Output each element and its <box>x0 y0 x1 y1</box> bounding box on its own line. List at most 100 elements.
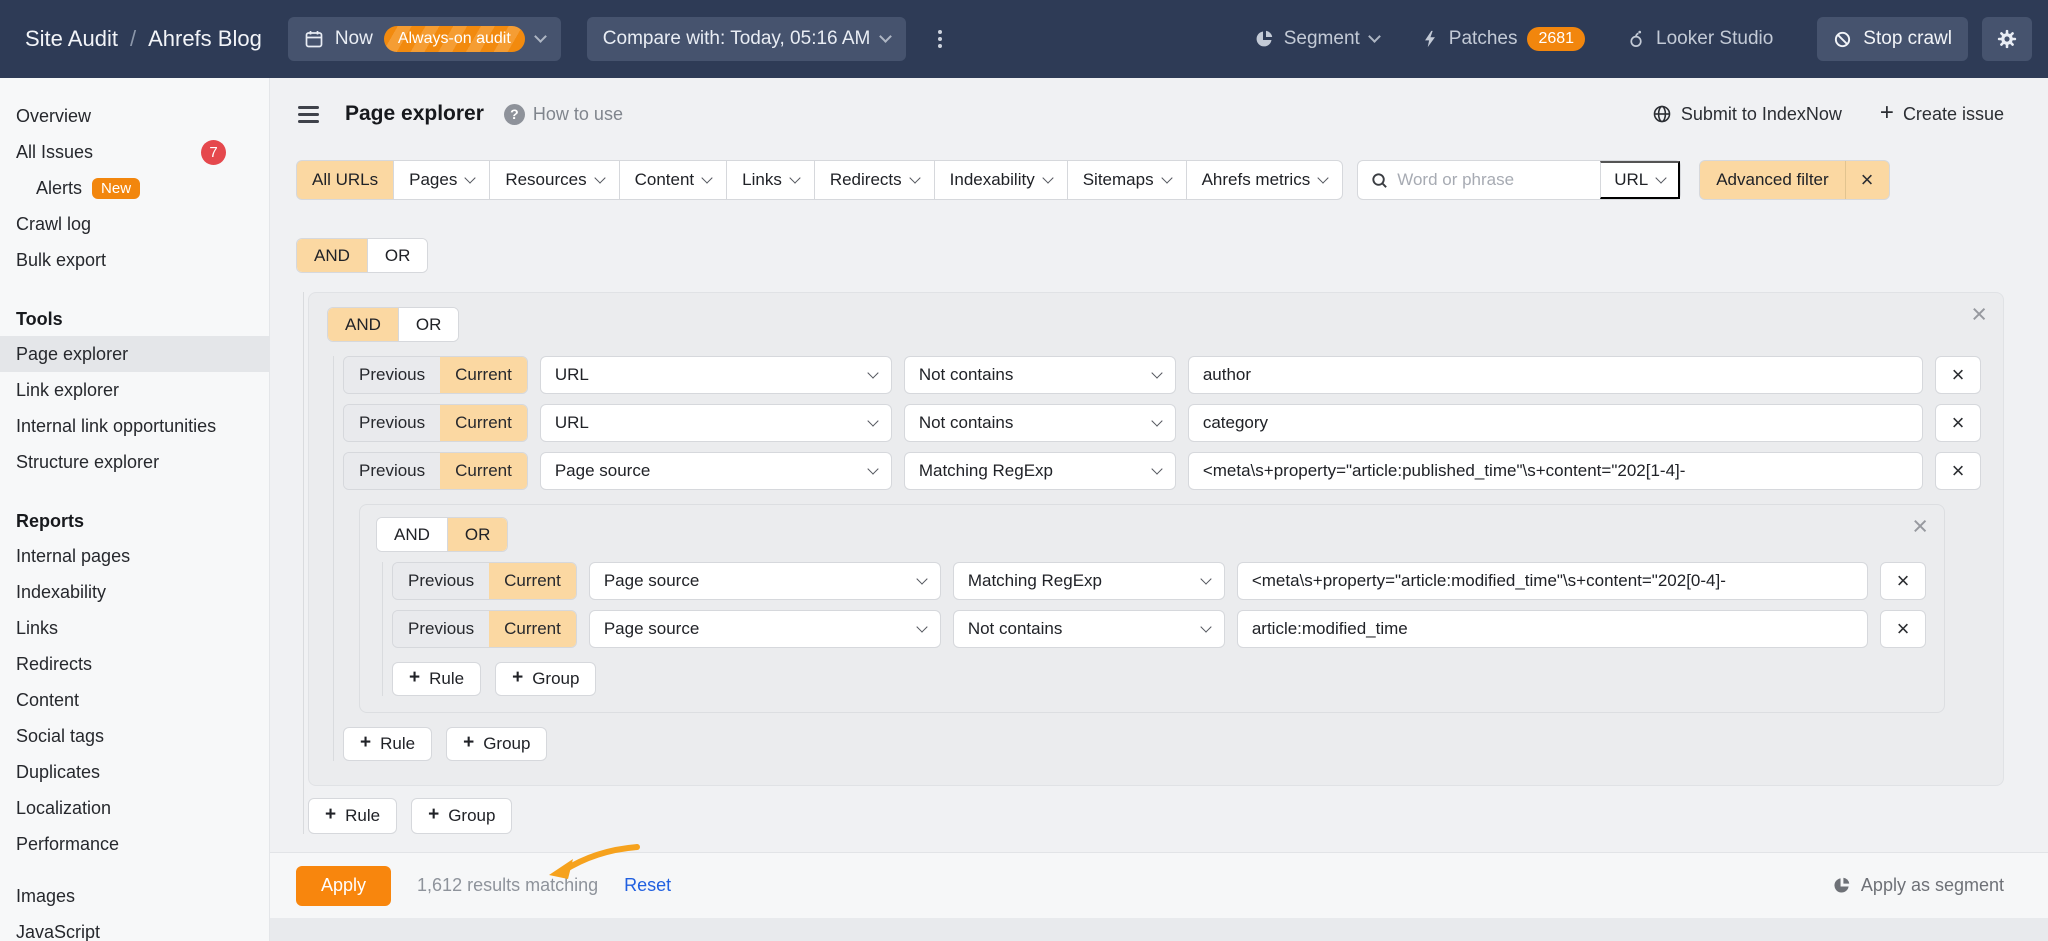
value-input[interactable] <box>1237 562 1868 600</box>
group-close-icon[interactable]: × <box>1971 301 1987 328</box>
and-toggle[interactable]: AND <box>377 518 447 551</box>
value-input[interactable] <box>1237 610 1868 648</box>
date-picker-button[interactable]: Now Always-on audit <box>288 17 561 61</box>
tab-indexability[interactable]: Indexability <box>934 160 1068 200</box>
tab-pages[interactable]: Pages <box>393 160 490 200</box>
field-select[interactable]: Page source <box>589 562 941 600</box>
current-toggle[interactable]: Current <box>440 453 527 489</box>
sidebar-item-duplicates[interactable]: Duplicates <box>0 754 269 790</box>
more-options-kebab[interactable] <box>932 24 948 54</box>
current-toggle[interactable]: Current <box>489 563 576 599</box>
add-group-button[interactable]: +Group <box>411 798 512 834</box>
project-name[interactable]: Ahrefs Blog <box>148 26 262 52</box>
operator-select[interactable]: Not contains <box>904 356 1176 394</box>
remove-rule-button[interactable]: × <box>1880 562 1926 600</box>
add-rule-button[interactable]: +Rule <box>308 798 397 834</box>
or-toggle[interactable]: OR <box>367 239 428 272</box>
previous-toggle[interactable]: Previous <box>344 453 440 489</box>
current-toggle[interactable]: Current <box>440 405 527 441</box>
tab-all-urls[interactable]: All URLs <box>296 160 394 200</box>
search-scope-select[interactable]: URL <box>1600 161 1680 199</box>
tab-content[interactable]: Content <box>619 160 728 200</box>
remove-rule-button[interactable]: × <box>1880 610 1926 648</box>
hamburger-menu-icon[interactable] <box>296 102 321 127</box>
looker-studio-icon <box>1627 29 1646 49</box>
advanced-filter-button[interactable]: Advanced filter <box>1700 161 1844 199</box>
stop-crawl-button[interactable]: Stop crawl <box>1817 17 1968 61</box>
sidebar-item-all-issues[interactable]: All Issues 7 <box>0 134 269 170</box>
field-select[interactable]: Page source <box>589 610 941 648</box>
operator-select[interactable]: Not contains <box>953 610 1225 648</box>
add-group-button[interactable]: +Group <box>495 662 596 696</box>
field-select[interactable]: URL <box>540 356 892 394</box>
value-input[interactable] <box>1188 356 1923 394</box>
and-toggle[interactable]: AND <box>328 308 398 341</box>
sidebar-item-javascript[interactable]: JavaScript <box>0 914 269 941</box>
remove-rule-button[interactable]: × <box>1935 404 1981 442</box>
submit-to-indexnow-button[interactable]: Submit to IndexNow <box>1652 103 1842 125</box>
sidebar-item-images[interactable]: Images <box>0 878 269 914</box>
field-select[interactable]: URL <box>540 404 892 442</box>
or-toggle[interactable]: OR <box>398 308 459 341</box>
value-input[interactable] <box>1188 452 1923 490</box>
value-input[interactable] <box>1188 404 1923 442</box>
tab-redirects[interactable]: Redirects <box>814 160 935 200</box>
sidebar-item-social-tags[interactable]: Social tags <box>0 718 269 754</box>
filter-group: × AND OR Previous Current URL <box>308 292 2004 786</box>
tab-links[interactable]: Links <box>726 160 815 200</box>
sidebar-item-link-explorer[interactable]: Link explorer <box>0 372 269 408</box>
add-rule-button[interactable]: +Rule <box>343 727 432 761</box>
or-toggle[interactable]: OR <box>447 518 508 551</box>
tab-sitemaps[interactable]: Sitemaps <box>1067 160 1187 200</box>
sidebar-item-indexability[interactable]: Indexability <box>0 574 269 610</box>
add-rule-button[interactable]: +Rule <box>392 662 481 696</box>
field-select[interactable]: Page source <box>540 452 892 490</box>
create-issue-button[interactable]: + Create issue <box>1880 103 2004 125</box>
sidebar-item-page-explorer[interactable]: Page explorer <box>0 336 269 372</box>
remove-rule-button[interactable]: × <box>1935 356 1981 394</box>
settings-button[interactable] <box>1982 17 2032 61</box>
root-operator-toggle: AND OR <box>296 238 428 273</box>
sidebar-item-internal-pages[interactable]: Internal pages <box>0 538 269 574</box>
operator-select[interactable]: Not contains <box>904 404 1176 442</box>
search-input[interactable] <box>1397 170 1600 190</box>
sidebar-item-alerts[interactable]: Alerts New <box>0 170 269 206</box>
sidebar-item-localization[interactable]: Localization <box>0 790 269 826</box>
sidebar-item-bulk-export[interactable]: Bulk export <box>0 242 269 278</box>
patches-menu[interactable]: Patches 2681 <box>1421 27 1585 51</box>
sidebar-item-redirects[interactable]: Redirects <box>0 646 269 682</box>
reset-link[interactable]: Reset <box>624 875 671 896</box>
add-group-button[interactable]: +Group <box>446 727 547 761</box>
previous-toggle[interactable]: Previous <box>344 405 440 441</box>
previous-toggle[interactable]: Previous <box>393 611 489 647</box>
previous-toggle[interactable]: Previous <box>393 563 489 599</box>
sidebar-item-content[interactable]: Content <box>0 682 269 718</box>
operator-select[interactable]: Matching RegExp <box>953 562 1225 600</box>
sidebar-item-crawl-log[interactable]: Crawl log <box>0 206 269 242</box>
group-close-icon[interactable]: × <box>1912 513 1928 540</box>
sidebar-item-structure-explorer[interactable]: Structure explorer <box>0 444 269 480</box>
current-toggle[interactable]: Current <box>440 357 527 393</box>
how-to-use-link[interactable]: ? How to use <box>504 104 623 125</box>
sidebar-item-internal-link-opportunities[interactable]: Internal link opportunities <box>0 408 269 444</box>
compare-with-button[interactable]: Compare with: Today, 05:16 AM <box>587 17 907 61</box>
advanced-filter-close-button[interactable]: × <box>1845 161 1889 199</box>
remove-rule-button[interactable]: × <box>1935 452 1981 490</box>
previous-toggle[interactable]: Previous <box>344 357 440 393</box>
sidebar-item-label: Redirects <box>16 654 92 675</box>
tab-ahrefs-metrics[interactable]: Ahrefs metrics <box>1186 160 1344 200</box>
product-name[interactable]: Site Audit <box>25 26 118 52</box>
segment-menu[interactable]: Segment <box>1254 28 1379 50</box>
looker-studio-link[interactable]: Looker Studio <box>1627 28 1773 50</box>
sidebar-item-performance[interactable]: Performance <box>0 826 269 862</box>
apply-button[interactable]: Apply <box>296 866 391 906</box>
search-icon <box>1358 171 1397 190</box>
sidebar-item-links[interactable]: Links <box>0 610 269 646</box>
operator-select[interactable]: Matching RegExp <box>904 452 1176 490</box>
apply-as-segment-button[interactable]: Apply as segment <box>1832 875 2004 896</box>
tab-resources[interactable]: Resources <box>489 160 619 200</box>
root-tree: × AND OR Previous Current URL <box>303 292 2004 834</box>
current-toggle[interactable]: Current <box>489 611 576 647</box>
and-toggle[interactable]: AND <box>297 239 367 272</box>
sidebar-item-overview[interactable]: Overview <box>0 98 269 134</box>
